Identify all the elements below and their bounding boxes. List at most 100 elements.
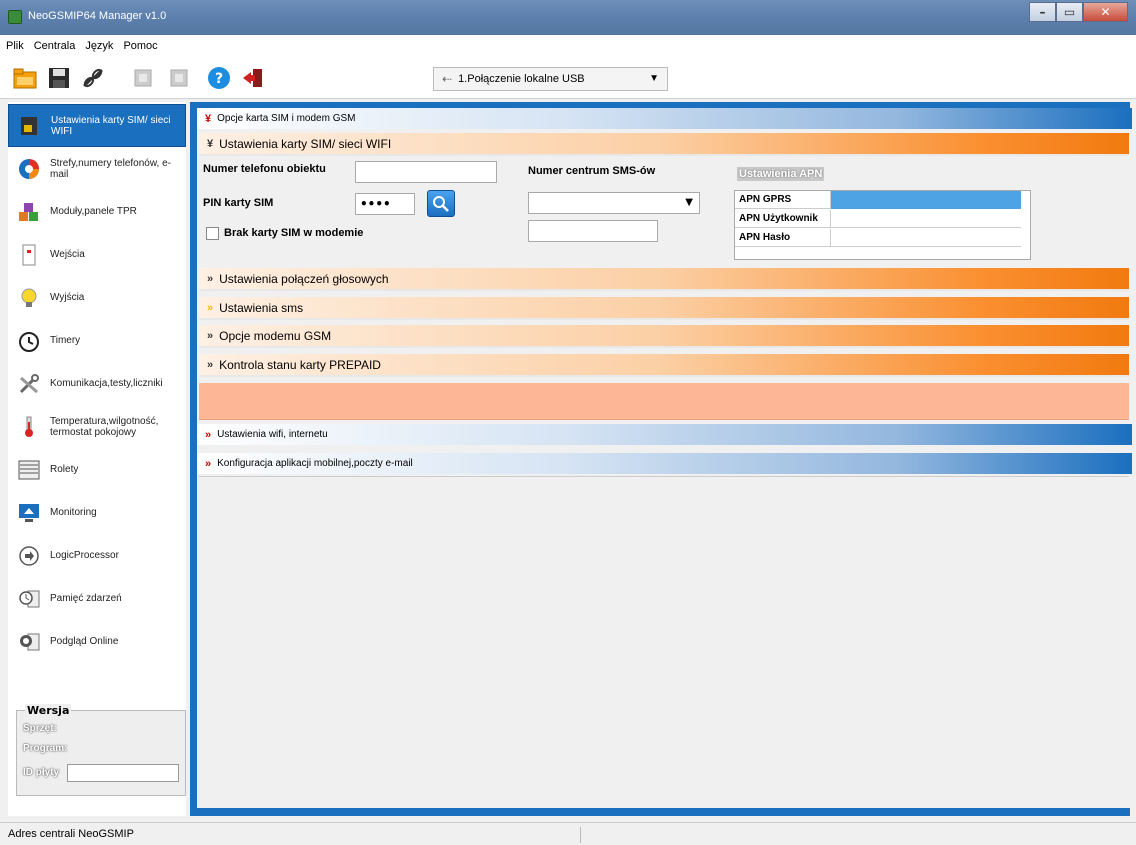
sidebar-item-label: Rolety (50, 464, 79, 475)
link-icon[interactable] (80, 65, 106, 91)
subsection-sim-wifi[interactable]: ¥ Ustawienia karty SIM/ sieci WIFI (199, 133, 1129, 156)
modules-icon (18, 201, 40, 223)
section-title: Ustawienia wifi, internetu (217, 429, 328, 440)
connection-select[interactable]: ⇠ 1.Połączenie lokalne USB ▼ (433, 67, 668, 91)
subsection-title: Ustawienia sms (219, 300, 304, 315)
online-icon (18, 631, 40, 653)
table-row: APN Użytkownik (735, 210, 1021, 228)
subsection-title: Ustawienia karty SIM/ sieci WIFI (219, 136, 392, 151)
title-bar: NeoGSMIP64 Manager v1.0 – ▭ ✕ (0, 0, 1136, 35)
sidebar-item-blinds[interactable]: Rolety (8, 448, 186, 491)
board-id-field[interactable] (67, 764, 179, 782)
sidebar-item-label: Temperatura,wilgotność, termostat pokojo… (50, 415, 159, 438)
apn-password-field[interactable] (831, 229, 1021, 247)
sidebar-item-label: Pamięć zdarzeń (50, 593, 122, 604)
sms-center-field[interactable] (528, 220, 658, 242)
version-title: Wersja (25, 704, 72, 717)
sidebar-item-communication[interactable]: Komunikacja,testy,liczniki (8, 362, 186, 405)
sidebar-item-sim[interactable]: Ustawienia karty SIM/ sieci WIFI (8, 104, 186, 147)
sidebar-item-label: Ustawienia karty SIM/ sieci WIFI (51, 114, 171, 137)
chevron-right-icon: » (207, 301, 214, 314)
menu-jezyk[interactable]: Język (85, 40, 113, 52)
open-folder-icon[interactable] (12, 65, 38, 91)
sms-center-label: Numer centrum SMS-ów (528, 165, 656, 177)
maximize-button[interactable]: ▭ (1056, 2, 1083, 22)
pin-label: PIN karty SIM (203, 197, 274, 209)
apn-password-label: APN Hasło (735, 229, 831, 247)
clock-icon (18, 330, 40, 352)
sidebar-item-inputs[interactable]: Wejścia (8, 233, 186, 276)
chevron-right-icon: » (207, 272, 214, 285)
sidebar-item-modules[interactable]: Moduły,panele TPR (8, 190, 186, 233)
chip-write-icon[interactable] (166, 65, 192, 91)
table-row: APN GPRS (735, 191, 1021, 209)
hardware-label: Sprzęt: (23, 723, 57, 734)
subsection-prepaid[interactable]: » Kontrola stanu karty PREPAID (199, 354, 1129, 377)
svg-text:?: ? (215, 71, 223, 87)
sidebar-item-label: Timery (50, 335, 81, 346)
subsection-voice[interactable]: » Ustawienia połączeń głosowych (199, 268, 1129, 291)
bulb-icon (18, 287, 40, 309)
sidebar-item-temperature[interactable]: Temperatura,wilgotność, termostat pokojo… (8, 405, 186, 448)
subsection-title: Opcje modemu GSM (219, 328, 332, 343)
board-id-label: ID płyty (23, 767, 60, 778)
apn-user-field[interactable] (831, 210, 1021, 228)
window-title: NeoGSMIP64 Manager v1.0 (28, 10, 167, 22)
chip-read-icon[interactable] (130, 65, 156, 91)
menu-centrala[interactable]: Centrala (34, 40, 76, 52)
chevron-down-icon: ¥ (207, 137, 214, 150)
sidebar-item-label: Strefy,numery telefonów, e-mail (50, 157, 171, 180)
apn-gprs-field[interactable] (831, 191, 1021, 209)
events-icon (18, 588, 40, 610)
minimize-button[interactable]: – (1029, 2, 1056, 22)
section-wifi[interactable]: » Ustawienia wifi, internetu (197, 424, 1132, 445)
software-label: Program: (23, 743, 68, 754)
chevron-right-icon: » (205, 428, 212, 441)
table-row: APN Hasło (735, 229, 1021, 247)
sidebar-item-outputs[interactable]: Wyjścia (8, 276, 186, 319)
divider (199, 476, 1129, 477)
apn-table: APN GPRS APN Użytkownik APN Hasło (734, 190, 1031, 260)
menu-plik[interactable]: Plik (6, 40, 24, 52)
section-sim-modem[interactable]: ¥ Opcje karta SIM i modem GSM (197, 108, 1132, 129)
sidebar-item-label: Moduły,panele TPR (50, 206, 137, 217)
sms-center-select[interactable]: ▼ (528, 192, 700, 214)
search-button[interactable] (427, 190, 455, 217)
chevron-right-icon: » (205, 457, 212, 470)
subsection-title: Ustawienia połączeń głosowych (219, 271, 389, 286)
status-separator (580, 827, 581, 843)
inputs-icon (18, 244, 40, 266)
thermometer-icon (18, 416, 40, 438)
sidebar-item-label: Wejścia (50, 249, 85, 260)
menu-pomoc[interactable]: Pomoc (123, 40, 157, 52)
subsection-title: Kontrola stanu karty PREPAID (219, 357, 381, 372)
status-text: Adres centrali NeoGSMIP (8, 828, 134, 840)
phone-field[interactable] (355, 161, 497, 183)
no-sim-label: Brak karty SIM w modemie (224, 227, 364, 239)
sidebar-item-timers[interactable]: Timery (8, 319, 186, 362)
close-button[interactable]: ✕ (1083, 2, 1128, 22)
section-mobile-app[interactable]: » Konfiguracja aplikacji mobilnej,poczty… (197, 453, 1132, 474)
apn-user-label: APN Użytkownik (735, 210, 831, 228)
pin-field[interactable]: •••• (355, 193, 415, 215)
sidebar-item-events[interactable]: Pamięć zdarzeń (8, 577, 186, 620)
apn-title: Ustawienia APN (737, 167, 825, 181)
logic-icon (18, 545, 40, 567)
sidebar-item-label: Komunikacja,testy,liczniki (50, 378, 163, 389)
sidebar-item-online[interactable]: Podgląd Online (8, 620, 186, 663)
expanded-area (199, 383, 1129, 420)
subsection-sms[interactable]: » Ustawienia sms (199, 297, 1129, 320)
save-icon[interactable] (46, 65, 72, 91)
sidebar-item-zones[interactable]: Strefy,numery telefonów, e-mail (8, 147, 186, 190)
no-sim-checkbox[interactable] (206, 227, 219, 240)
sim-card-icon (19, 115, 41, 137)
subsection-modem[interactable]: » Opcje modemu GSM (199, 325, 1129, 348)
sidebar-item-label: LogicProcessor (50, 550, 119, 561)
version-panel: Wersja Sprzęt: Program: ID płyty (16, 704, 186, 796)
help-icon[interactable]: ? (206, 65, 232, 91)
exit-icon[interactable] (240, 65, 266, 91)
sidebar-item-logic[interactable]: LogicProcessor (8, 534, 186, 577)
menu-bar: Plik Centrala Język Pomoc (0, 35, 1136, 57)
blinds-icon (18, 459, 40, 481)
sidebar-item-monitoring[interactable]: Monitoring (8, 491, 186, 534)
